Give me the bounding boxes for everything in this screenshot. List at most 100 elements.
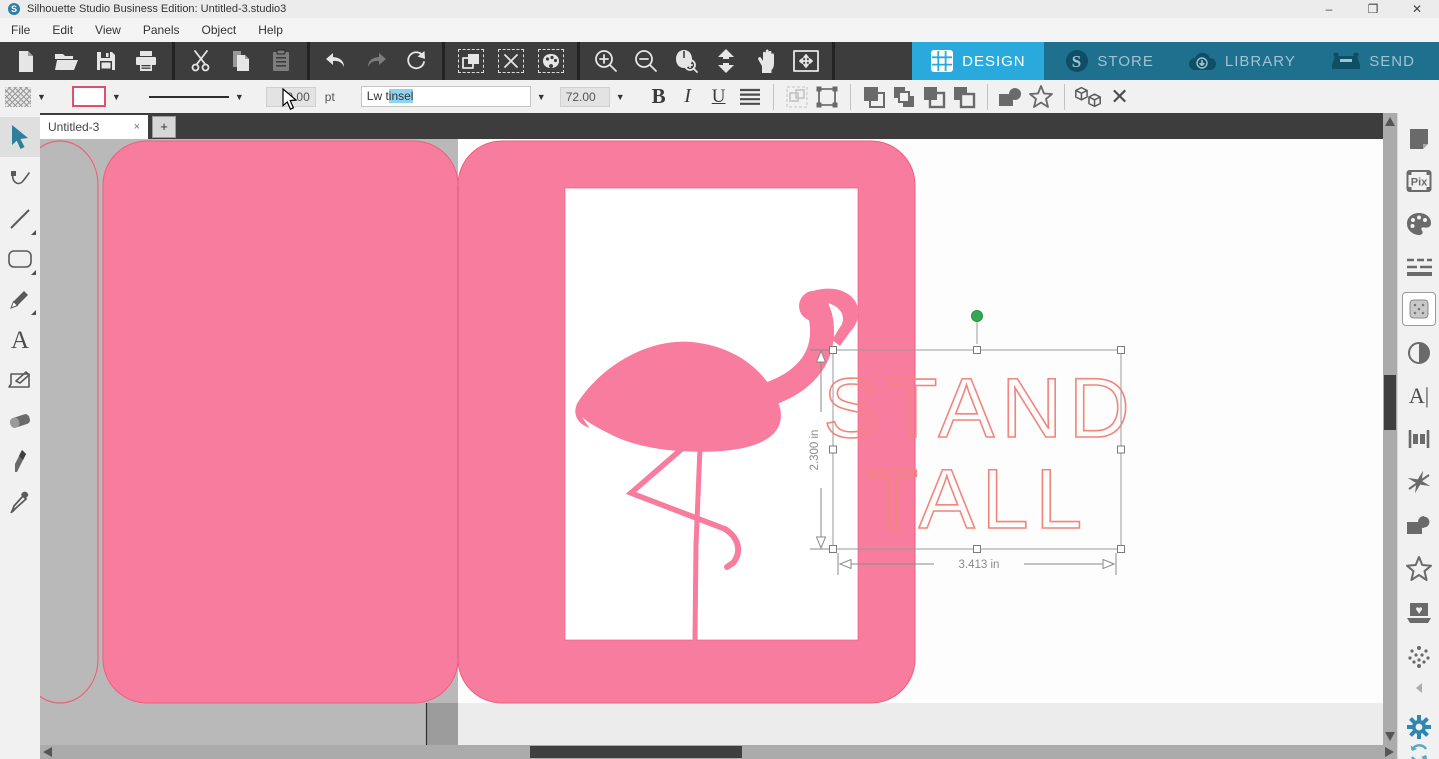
trace-panel-button[interactable] [1398, 335, 1439, 371]
menu-file[interactable]: File [0, 18, 41, 42]
select-by-color-button[interactable] [531, 44, 571, 78]
font-size-dropdown[interactable]: ▼ [616, 92, 625, 102]
fit-to-page-button[interactable] [706, 44, 746, 78]
bring-to-front-button[interactable] [859, 83, 889, 111]
select-tool[interactable] [0, 117, 40, 157]
text-style-panel-button[interactable]: A| [1398, 378, 1439, 414]
send-backward-button[interactable] [949, 83, 979, 111]
fill-pattern-panel-button[interactable] [1402, 292, 1436, 326]
notes-tool[interactable] [0, 361, 40, 401]
menu-edit[interactable]: Edit [41, 18, 84, 42]
fill-style-dropdown[interactable]: ▼ [37, 92, 46, 102]
menu-help[interactable]: Help [247, 18, 294, 42]
tab-send[interactable]: SEND [1307, 42, 1439, 80]
line-style-dropdown[interactable]: ▼ [235, 92, 244, 102]
offset-button[interactable] [1026, 83, 1056, 111]
right-toolbar: Pix A| ♥ [1397, 113, 1439, 759]
scale-handles-button[interactable] [812, 83, 842, 111]
tab-library[interactable]: LIBRARY [1176, 42, 1308, 80]
3d-view-button[interactable] [1073, 83, 1103, 111]
horizontal-scroll-thumb[interactable] [530, 746, 742, 758]
cut-button[interactable] [181, 44, 221, 78]
scroll-up-icon[interactable] [1385, 117, 1395, 126]
stipple-panel-button[interactable]: ♥ [1398, 595, 1439, 631]
new-document-tab-button[interactable]: + [152, 116, 176, 138]
offset-panel-button[interactable] [1398, 551, 1439, 587]
undo-button[interactable] [316, 44, 356, 78]
line-color-swatch[interactable] [72, 86, 106, 107]
resize-drawing-area-button[interactable] [786, 44, 826, 78]
menu-bar: File Edit View Panels Object Help [0, 18, 1439, 42]
menu-view[interactable]: View [84, 18, 132, 42]
copy-button[interactable] [221, 44, 261, 78]
pixscan-panel-button[interactable]: Pix [1398, 163, 1439, 199]
sync-button[interactable] [1398, 735, 1439, 759]
freehand-tool[interactable] [0, 279, 40, 319]
design-canvas[interactable]: STAND TALL 2.300 in [40, 139, 1383, 745]
bring-forward-button[interactable] [919, 83, 949, 111]
justify-button[interactable] [735, 83, 765, 111]
card-left-panel[interactable] [103, 141, 458, 703]
line-style-swatch[interactable] [149, 96, 229, 98]
underline-button[interactable]: U [703, 86, 735, 108]
line-color-dropdown[interactable]: ▼ [112, 92, 121, 102]
modify-panel-button[interactable] [1398, 464, 1439, 500]
options-toolbar: ▼ ▼ ▼ 0.00 pt Lw tinsel ▼ 72.00 ▼ B I U [0, 80, 1439, 113]
vertical-scrollbar[interactable] [1383, 113, 1397, 745]
line-thickness-input[interactable]: 0.00 [266, 87, 316, 107]
italic-button[interactable]: I [673, 85, 703, 108]
redo-all-button[interactable] [396, 44, 436, 78]
transform-panel-button[interactable] [1398, 421, 1439, 457]
delete-button[interactable]: ✕ [1103, 84, 1137, 110]
horizontal-scrollbar[interactable] [40, 745, 1397, 759]
pan-hand-button[interactable] [746, 44, 786, 78]
minimize-button[interactable]: – [1307, 2, 1351, 16]
open-folder-button[interactable] [46, 44, 86, 78]
send-to-back-button[interactable] [889, 83, 919, 111]
weld-panel-button[interactable] [1398, 507, 1439, 543]
document-tab-close-icon[interactable]: × [134, 121, 140, 133]
save-button[interactable] [86, 44, 126, 78]
weld-button[interactable] [996, 83, 1026, 111]
select-all-button[interactable] [451, 44, 491, 78]
document-tab[interactable]: Untitled-3 × [40, 115, 148, 139]
rotation-handle[interactable] [972, 311, 983, 322]
zoom-out-button[interactable] [626, 44, 666, 78]
line-style-panel-button[interactable] [1398, 249, 1439, 285]
drag-zoom-button[interactable] [666, 44, 706, 78]
close-button[interactable]: ✕ [1395, 2, 1439, 16]
font-size-input[interactable]: 72.00 [560, 87, 610, 107]
page-setup-panel-button[interactable] [1398, 121, 1439, 157]
deselect-button[interactable] [491, 44, 531, 78]
redo-button[interactable] [356, 44, 396, 78]
eyedropper-tool[interactable] [0, 481, 40, 521]
scroll-right-icon[interactable] [1385, 747, 1394, 757]
tab-store[interactable]: S STORE [1044, 42, 1176, 80]
text-tool[interactable]: A [0, 321, 40, 361]
restore-button[interactable]: ❐ [1351, 2, 1395, 16]
rhinestone-panel-button[interactable] [1398, 639, 1439, 675]
font-name-dropdown[interactable]: ▼ [537, 92, 546, 102]
font-name-input[interactable]: Lw tinsel [361, 86, 531, 107]
menu-panels[interactable]: Panels [132, 18, 191, 42]
zoom-in-button[interactable] [586, 44, 626, 78]
collapse-panel-button[interactable] [1398, 678, 1439, 698]
new-document-button[interactable] [6, 44, 46, 78]
eraser-tool[interactable] [0, 401, 40, 441]
scroll-left-icon[interactable] [43, 747, 52, 757]
point-edit-tool[interactable] [0, 159, 40, 199]
menu-object[interactable]: Object [191, 18, 248, 42]
vertical-scroll-thumb[interactable] [1384, 375, 1396, 430]
tab-design[interactable]: DESIGN [912, 42, 1044, 80]
bold-button[interactable]: B [645, 84, 673, 109]
scroll-down-icon[interactable] [1385, 732, 1395, 741]
knife-tool[interactable] [0, 441, 40, 481]
fill-panel-button[interactable] [1398, 206, 1439, 242]
line-tool[interactable] [0, 199, 40, 239]
rectangle-tool[interactable] [0, 239, 40, 279]
print-button[interactable] [126, 44, 166, 78]
svg-text:♥: ♥ [1415, 603, 1422, 617]
group-button[interactable] [782, 83, 812, 111]
fill-style-swatch[interactable] [5, 87, 31, 107]
paste-button[interactable] [261, 44, 301, 78]
